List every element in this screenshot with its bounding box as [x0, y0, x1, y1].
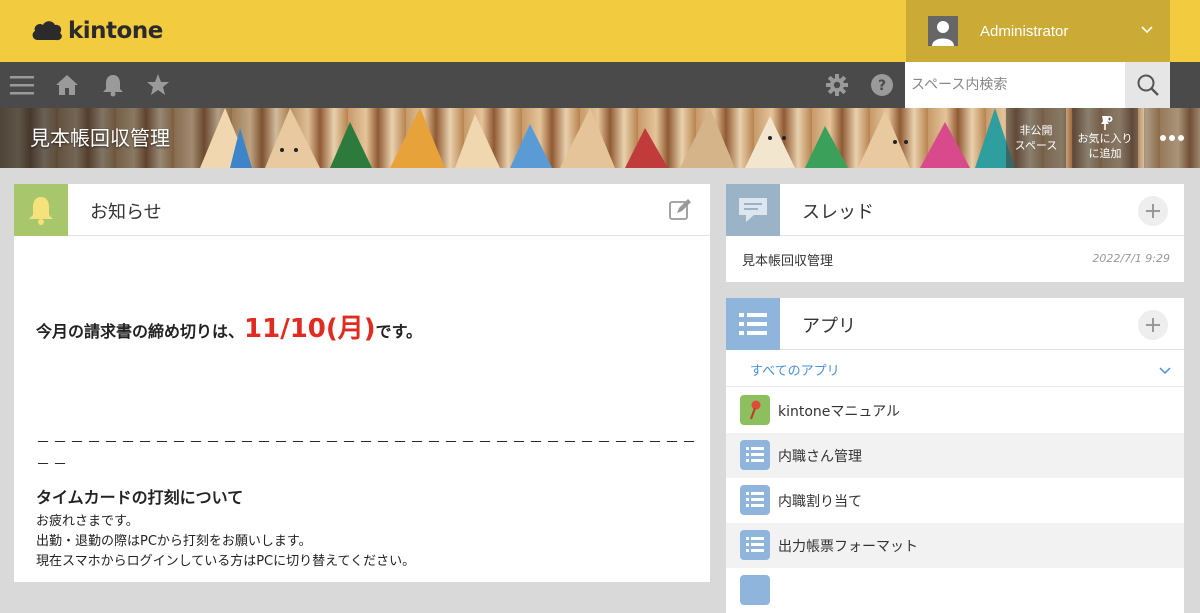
- add-favorite-button[interactable]: お気に入り に追加: [1072, 108, 1138, 168]
- private-label-line2: スペース: [1014, 139, 1058, 152]
- app-item-naishoku-wariate[interactable]: 内職割り当て: [726, 478, 1184, 523]
- app-name: 内職さん管理: [778, 449, 862, 465]
- separator-line-2: －－: [36, 457, 70, 473]
- apps-title: アプリ: [802, 316, 856, 337]
- notice-panel: お知らせ 今月の請求書の締め切りは、11/10(月)です。 －－－－－－－－－－…: [14, 184, 710, 582]
- favorite-label-line1: お気に入り: [1077, 132, 1133, 145]
- add-app-button[interactable]: [1138, 310, 1168, 340]
- thread-bubble-icon: [726, 184, 780, 236]
- edit-icon[interactable]: [668, 198, 692, 226]
- help-icon[interactable]: ?: [870, 73, 894, 97]
- plus-icon: [1146, 204, 1160, 218]
- kintone-logo[interactable]: kintone: [30, 16, 163, 46]
- app-filter-dropdown[interactable]: すべてのアプリ: [726, 351, 1184, 387]
- search-button[interactable]: [1125, 62, 1170, 108]
- star-icon[interactable]: [146, 73, 170, 97]
- home-icon[interactable]: [55, 73, 79, 97]
- thread-item[interactable]: 見本帳回収管理 2022/7/1 9:29: [726, 237, 1184, 283]
- pin-icon: [740, 395, 770, 425]
- more-options-button[interactable]: [1144, 108, 1200, 168]
- global-header: kintone Administrator: [0, 0, 1200, 62]
- app-item-naishoku-kanri[interactable]: 内職さん管理: [726, 433, 1184, 478]
- search-icon: [1137, 74, 1159, 96]
- threads-title: スレッド: [802, 202, 874, 223]
- threads-header: スレッド: [726, 184, 1184, 236]
- deadline-text: 今月の請求書の締め切りは、11/10(月)です。: [36, 308, 422, 345]
- notice-line-3: 現在スマホからログインしている方はPCに切り替えてください。: [36, 554, 416, 569]
- list-icon: [740, 530, 770, 560]
- notice-header: お知らせ: [14, 184, 710, 236]
- apps-header: アプリ: [726, 298, 1184, 350]
- list-icon: [740, 575, 770, 605]
- notice-title: お知らせ: [90, 202, 162, 223]
- deadline-suffix: です。: [375, 322, 423, 341]
- space-banner: 見本帳回収管理 非公開 スペース お気に入り に追加: [0, 108, 1200, 168]
- avatar: [928, 16, 958, 46]
- app-name: 出力帳票フォーマット: [778, 539, 918, 555]
- bell-icon: [14, 184, 68, 236]
- separator-line-1: －－－－－－－－－－－－－－－－－－－－－－－－－－－－－－－－－－－－－－－－: [36, 435, 696, 451]
- separator-line: －－－－－－－－－－－－－－－－－－－－－－－－－－－－－－－－－－－－－－－－…: [36, 432, 696, 476]
- cloud-logo-icon: [30, 19, 64, 43]
- list-icon: [740, 485, 770, 515]
- app-name: kintoneマニュアル: [778, 404, 900, 420]
- deadline-date: 11/10(月): [244, 314, 376, 344]
- plus-icon: [1146, 318, 1160, 332]
- deadline-prefix: 今月の請求書の締め切りは、: [36, 322, 245, 341]
- timecard-title: タイムカードの打刻について: [36, 488, 244, 507]
- app-list-icon: [726, 298, 780, 350]
- app-item-partial[interactable]: [726, 568, 1184, 613]
- threads-panel: スレッド 見本帳回収管理 2022/7/1 9:29: [726, 184, 1184, 282]
- ellipsis-icon: [1160, 135, 1184, 141]
- thread-name: 見本帳回収管理: [742, 254, 834, 269]
- favorite-label-line2: に追加: [1088, 147, 1122, 160]
- list-icon: [740, 440, 770, 470]
- bell-icon[interactable]: [101, 73, 125, 97]
- notice-line-2: 出勤・退勤の際はPCから打刻をお願いします。: [36, 534, 312, 549]
- private-space-badge: 非公開 スペース: [1006, 108, 1066, 168]
- space-search-input[interactable]: [905, 62, 1125, 108]
- user-menu[interactable]: Administrator: [906, 0, 1170, 62]
- chevron-down-icon: [1158, 362, 1172, 381]
- app-item-output-format[interactable]: 出力帳票フォーマット: [726, 523, 1184, 568]
- add-thread-button[interactable]: [1138, 196, 1168, 226]
- private-label-line1: 非公開: [1019, 124, 1053, 137]
- user-name: Administrator: [980, 22, 1069, 40]
- gear-icon[interactable]: [825, 73, 849, 97]
- logo-text: kintone: [68, 18, 163, 44]
- menu-icon[interactable]: [10, 73, 34, 97]
- chevron-down-icon: [1140, 22, 1154, 41]
- notice-line-1: お疲れさまです。: [36, 514, 139, 529]
- svg-text:?: ?: [878, 78, 886, 94]
- thread-date: 2022/7/1 9:29: [1092, 252, 1170, 265]
- app-filter-label: すべてのアプリ: [750, 364, 840, 379]
- app-name: 内職割り当て: [778, 494, 862, 510]
- apps-panel: アプリ すべてのアプリ kintoneマニュアル 内職さん管理 内職割り当て 出…: [726, 298, 1184, 613]
- space-title: 見本帳回収管理: [30, 126, 170, 150]
- app-item-kintone-manual[interactable]: kintoneマニュアル: [726, 388, 1184, 433]
- pin-add-icon: [1101, 116, 1113, 130]
